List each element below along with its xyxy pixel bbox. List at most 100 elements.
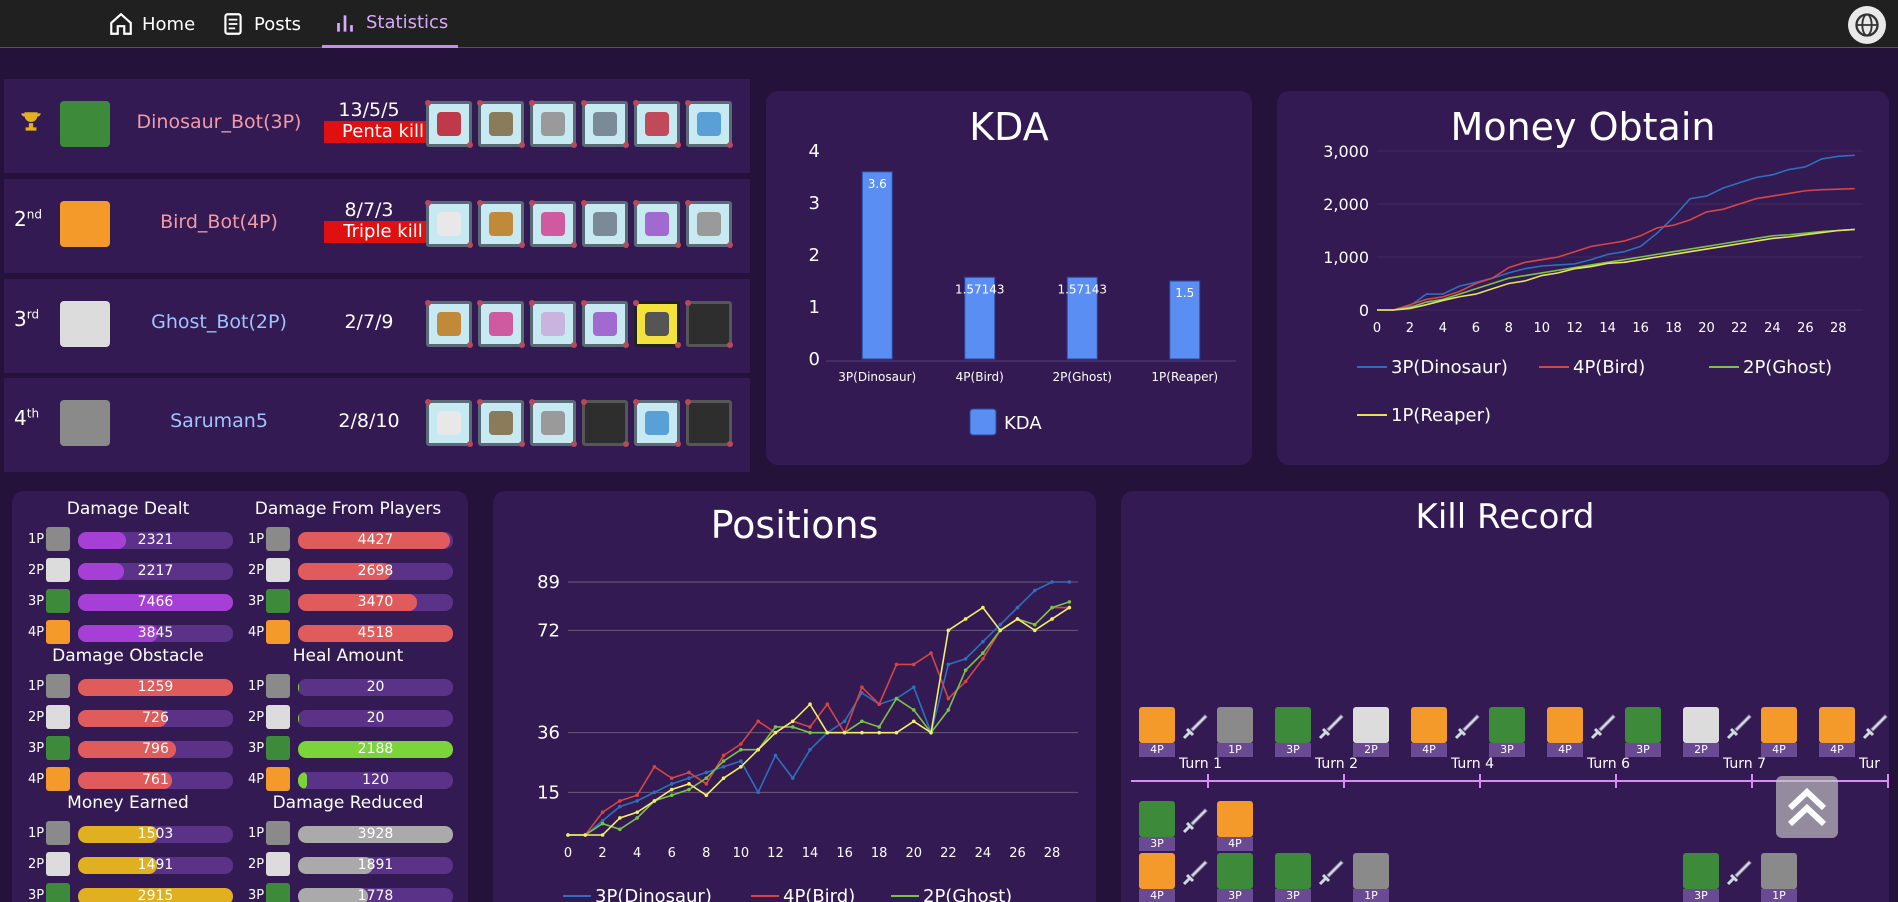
positions-point[interactable] xyxy=(618,816,622,820)
positions-point[interactable] xyxy=(911,662,916,667)
kda-bar[interactable] xyxy=(861,171,893,360)
stat-bar-track[interactable]: 4518 xyxy=(298,625,453,642)
killer-avatar[interactable] xyxy=(1139,801,1175,837)
positions-point[interactable] xyxy=(635,810,639,815)
player-name[interactable]: Bird_Bot(4P) xyxy=(114,211,324,233)
stat-bar-track[interactable]: 1491 xyxy=(78,857,233,874)
positions-point[interactable] xyxy=(618,799,622,803)
item-slot[interactable] xyxy=(581,100,629,148)
positions-point[interactable] xyxy=(635,793,639,798)
turn-label[interactable]: Tur xyxy=(1859,756,1880,772)
stat-bar-track[interactable]: 3845 xyxy=(78,625,233,642)
item-slot[interactable] xyxy=(633,300,681,348)
victim-avatar[interactable] xyxy=(1217,707,1253,743)
positions-point[interactable] xyxy=(825,730,830,735)
positions-point[interactable] xyxy=(946,696,951,701)
positions-point[interactable] xyxy=(600,821,605,826)
turn-label[interactable]: Turn 4 xyxy=(1451,756,1494,772)
positions-point[interactable] xyxy=(911,719,916,724)
positions-point[interactable] xyxy=(894,662,899,667)
positions-point[interactable] xyxy=(1050,605,1054,610)
positions-point[interactable] xyxy=(687,770,691,775)
positions-point[interactable] xyxy=(704,782,709,786)
positions-point[interactable] xyxy=(808,702,812,707)
stat-bar-track[interactable]: 796 xyxy=(78,741,233,758)
positions-point[interactable] xyxy=(808,730,812,735)
positions-point[interactable] xyxy=(981,605,985,610)
positions-legend-label[interactable]: 3P(Dinosaur) xyxy=(595,886,712,902)
item-slot[interactable] xyxy=(529,200,577,248)
positions-point[interactable] xyxy=(566,833,570,837)
killer-avatar[interactable] xyxy=(1683,853,1719,889)
kda-legend-label[interactable]: KDA xyxy=(1004,413,1042,434)
positions-point[interactable] xyxy=(842,719,847,724)
positions-point[interactable] xyxy=(1015,617,1020,621)
empty-item-slot[interactable] xyxy=(581,399,629,447)
empty-item-slot[interactable] xyxy=(685,399,733,447)
stat-bar-track[interactable]: 20 xyxy=(298,710,453,727)
killer-avatar[interactable] xyxy=(1139,853,1175,889)
positions-point[interactable] xyxy=(669,787,674,792)
positions-point[interactable] xyxy=(600,810,605,815)
money-legend-label[interactable]: 4P(Bird) xyxy=(1573,357,1645,378)
positions-point[interactable] xyxy=(894,696,899,701)
stat-bar-track[interactable]: 3928 xyxy=(298,826,453,843)
positions-point[interactable] xyxy=(773,753,778,758)
positions-point[interactable] xyxy=(739,742,743,746)
positions-point[interactable] xyxy=(998,622,1003,627)
positions-point[interactable] xyxy=(704,793,709,798)
item-slot[interactable] xyxy=(425,200,473,248)
positions-point[interactable] xyxy=(739,764,743,769)
positions-series-line[interactable] xyxy=(568,606,1070,836)
positions-legend-label[interactable]: 2P(Ghost) xyxy=(923,886,1012,902)
stat-bar-track[interactable]: 2698 xyxy=(298,563,453,580)
positions-point[interactable] xyxy=(981,651,985,655)
positions-point[interactable] xyxy=(911,685,916,689)
positions-point[interactable] xyxy=(1067,605,1072,610)
positions-point[interactable] xyxy=(946,628,951,633)
stat-bar-track[interactable]: 761 xyxy=(78,772,233,789)
positions-point[interactable] xyxy=(687,776,691,780)
nav-posts[interactable]: Posts xyxy=(220,0,301,48)
positions-point[interactable] xyxy=(721,759,726,763)
victim-avatar[interactable] xyxy=(1625,707,1661,743)
positions-point[interactable] xyxy=(877,730,881,735)
item-slot[interactable] xyxy=(633,100,681,148)
positions-point[interactable] xyxy=(946,662,951,667)
item-slot[interactable] xyxy=(477,100,525,148)
positions-point[interactable] xyxy=(963,656,968,661)
killer-avatar[interactable] xyxy=(1683,707,1719,743)
item-slot[interactable] xyxy=(529,300,577,348)
positions-point[interactable] xyxy=(635,816,639,820)
item-slot[interactable] xyxy=(633,399,681,447)
nav-statistics[interactable]: Statistics xyxy=(322,0,459,48)
positions-point[interactable] xyxy=(860,730,864,735)
positions-point[interactable] xyxy=(963,668,968,672)
turn-label[interactable]: Turn 7 xyxy=(1723,756,1766,772)
positions-point[interactable] xyxy=(669,776,674,780)
positions-point[interactable] xyxy=(860,685,864,689)
positions-point[interactable] xyxy=(860,719,864,724)
positions-point[interactable] xyxy=(1050,580,1054,584)
positions-point[interactable] xyxy=(687,782,691,786)
turn-label[interactable]: Turn 6 xyxy=(1587,756,1630,772)
item-slot[interactable] xyxy=(425,399,473,447)
turn-label[interactable]: Turn 2 xyxy=(1315,756,1358,772)
killer-avatar[interactable] xyxy=(1275,853,1311,889)
stat-bar-track[interactable]: 3470 xyxy=(298,594,453,611)
money-legend-label[interactable]: 2P(Ghost) xyxy=(1743,357,1832,378)
positions-point[interactable] xyxy=(652,790,657,795)
positions-point[interactable] xyxy=(963,617,968,621)
positions-point[interactable] xyxy=(929,651,933,655)
victim-avatar[interactable] xyxy=(1489,707,1525,743)
positions-point[interactable] xyxy=(721,764,726,769)
player-name[interactable]: Dinosaur_Bot(3P) xyxy=(114,111,324,133)
positions-point[interactable] xyxy=(687,787,691,792)
victim-avatar[interactable] xyxy=(1761,707,1797,743)
positions-point[interactable] xyxy=(756,747,760,752)
positions-point[interactable] xyxy=(1032,628,1037,633)
positions-point[interactable] xyxy=(808,725,812,729)
stat-bar-track[interactable]: 1503 xyxy=(78,826,233,843)
item-slot[interactable] xyxy=(581,300,629,348)
stat-bar-track[interactable]: 726 xyxy=(78,710,233,727)
